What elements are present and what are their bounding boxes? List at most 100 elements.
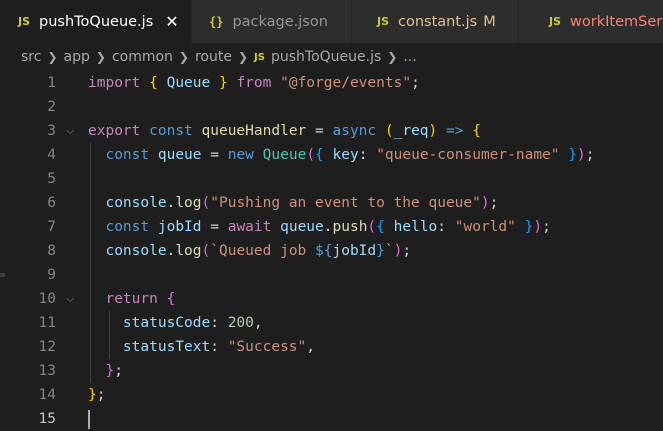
code-token: Queue [262,147,307,163]
breadcrumb-src[interactable]: src [21,49,41,65]
code-token: { [315,147,324,163]
code-token: } [105,363,115,379]
code-token: statusText [122,339,211,355]
code-token: ) [533,219,543,235]
chevron-right-icon: ❯ [387,50,398,64]
code-line[interactable]: 3 ⌵ export const queueHandler = async (_re… [0,119,663,143]
code-line[interactable]: 4 const queue = new Queue({ key: "queue-… [0,143,663,167]
line-number: 15 [38,411,56,427]
code-token: Queue [166,75,211,91]
modified-badge: M [483,13,496,30]
code-token: : [210,315,228,331]
javascript-file-icon: JS [377,15,390,28]
breadcrumb-route[interactable]: route [195,49,232,65]
code-token: "world" [454,219,516,235]
line-number: 7 [47,219,56,235]
code-token: ) [480,195,490,211]
code-token: import [88,75,141,91]
line-number: 13 [38,363,56,379]
code-editor[interactable]: 1 import { Queue } from "@forge/events"; 2… [0,71,663,429]
code-token: , [253,315,263,331]
code-token: "Success" [227,339,307,355]
code-text: export const queueHandler = async (_req)… [88,119,481,143]
code-token: ` [384,243,394,259]
code-token: queue [280,219,324,235]
code-token: ; [402,243,412,259]
code-token: { [149,75,158,91]
tab-constant[interactable]: JS constant.js M [352,0,519,43]
code-line[interactable]: 12 statusText: "Success", [0,335,663,359]
code-line[interactable]: 10 ⌵ return { [0,287,663,311]
chevron-right-icon: ❯ [237,50,249,64]
code-token: queue [157,147,202,163]
code-text: const queue = new Queue({ key: "queue-co… [88,143,594,167]
code-token: } [568,147,577,163]
code-token: const [149,123,193,139]
code-line[interactable]: 9 [0,263,663,287]
code-token: ( [384,123,394,139]
tab-pushtoqueue[interactable]: JS pushToQueue.js ✕ [0,0,192,43]
code-line[interactable]: 5 [0,167,663,191]
code-token: } [88,387,97,403]
breadcrumb-common[interactable]: common [112,49,173,65]
code-text: import { Queue } from "@forge/events"; [88,71,420,95]
code-token: ; [585,147,595,163]
code-token: await [227,219,272,235]
code-line[interactable]: 1 import { Queue } from "@forge/events"; [0,71,663,95]
line-number: 12 [38,339,56,355]
close-icon[interactable]: ✕ [165,12,178,31]
breadcrumb-symbols[interactable]: ... [403,49,416,65]
code-line[interactable]: 14}; [0,383,663,407]
tab-package-json[interactable]: {} package.json [192,0,352,43]
code-line[interactable]: 11 statusCode: 200, [0,311,663,335]
code-line[interactable]: 6 console.log("Pushing an event to the q… [0,191,663,215]
code-token: log [175,195,202,211]
breadcrumb-app[interactable]: app [64,49,90,65]
code-token: const [105,219,150,235]
code-token: push [332,219,368,235]
breadcrumb-file[interactable]: pushToQueue.js [271,49,381,65]
javascript-file-icon: JS [18,15,31,28]
code-line[interactable]: 7 const jobId = await queue.push({ hello… [0,215,663,239]
code-token: queueHandler [201,123,307,139]
code-token: from [236,75,272,91]
tab-workitemservice[interactable]: JS workItemSer [519,0,663,43]
code-text: console.log(`Queued job ${jobId}`); [88,239,411,263]
code-token: : [358,147,377,163]
code-line[interactable]: 13 }; [0,359,663,383]
code-token: = [306,123,333,139]
javascript-file-icon: JS [254,51,265,63]
line-number: 3 [47,123,56,139]
code-token: key [332,147,359,163]
code-line[interactable]: 8 console.log(`Queued job ${jobId}`); [0,239,663,263]
code-token: { [376,219,385,235]
code-token: { [472,123,481,139]
fold-chevron-icon[interactable]: ⌵ [66,119,74,143]
tab-label: package.json [232,13,328,30]
line-number: 1 [47,75,56,91]
code-token: . [323,219,333,235]
code-token: . [166,195,176,211]
code-token: ) [576,147,586,163]
line-number: 9 [47,267,56,283]
code-line[interactable]: 15 [0,407,663,431]
line-number: 11 [38,315,56,331]
code-line[interactable]: 2 [0,95,663,119]
code-token: } [218,75,228,91]
fold-chevron-icon[interactable]: ⌵ [66,287,74,311]
code-text: const jobId = await queue.push({ hello: … [88,215,550,239]
code-token: "queue-consumer-name" [376,147,560,163]
line-number: 5 [47,171,56,187]
code-token: ; [114,363,123,379]
line-number: 8 [47,243,56,259]
code-token: . [166,243,176,259]
code-token: , [306,339,316,355]
